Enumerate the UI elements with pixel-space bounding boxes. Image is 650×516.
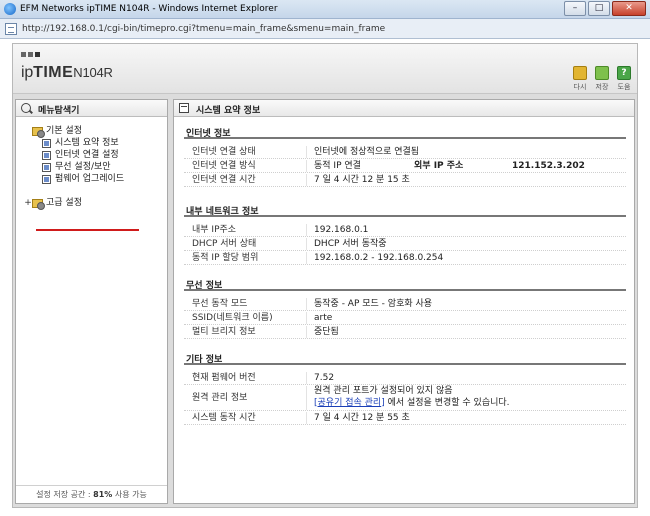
tree-label: 고급 설정 (46, 198, 82, 208)
remote-access-management-link[interactable]: 공유기 접속 관리 (318, 398, 382, 408)
save-icon (595, 66, 609, 80)
section-title: 인터넷 정보 (184, 126, 626, 139)
tree-label: 펌웨어 업그레이드 (55, 174, 125, 184)
brand-dots-icon (21, 52, 40, 57)
window-controls: – □ ✕ (564, 1, 646, 16)
storage-status: 설정 저장 공간 : 81% 사용 가능 (16, 485, 167, 503)
info-row: DHCP 서버 상태 DHCP 서버 동작중 (184, 237, 626, 251)
window-titlebar: EFM Networks ipTIME N104R - Windows Inte… (0, 0, 650, 19)
info-row: 무선 동작 모드 동작중 - AP 모드 - 암호화 사용 (184, 297, 626, 311)
info-row: 내부 IP주소 192.168.0.1 (184, 223, 626, 237)
refresh-label: 다시 (573, 83, 587, 91)
external-ip-label: 외부 IP 주소 (414, 161, 464, 171)
refresh-icon (573, 66, 587, 80)
info-row: 멀티 브리지 정보 중단됨 (184, 325, 626, 339)
external-ip-value: 121.152.3.202 (512, 161, 585, 171)
system-summary-panel: 시스템 요약 정보 인터넷 정보 인터넷 연결 상태 인터넷에 정상적으로 연결… (173, 99, 635, 504)
document-icon (179, 103, 189, 113)
router-admin-app: ipTIMEN104R 다시 저장 ? 도움 메뉴탐색기 기본 설정 시스템 요… (12, 43, 638, 508)
page-icon (42, 139, 51, 148)
section-title: 내부 네트워크 정보 (184, 204, 626, 217)
window-title: EFM Networks ipTIME N104R - Windows Inte… (20, 4, 278, 14)
system-summary-header: 시스템 요약 정보 (174, 100, 634, 117)
info-row: 인터넷 연결 방식 동적 IP 연결 외부 IP 주소 121.152.3.20… (184, 159, 626, 173)
info-row: SSID(네트워크 이름) arte (184, 311, 626, 325)
tree-item-wireless-security[interactable]: 무선 설정/보안 (24, 161, 164, 173)
internet-explorer-icon (4, 3, 16, 15)
other-info-section: 기타 정보 현재 펌웨어 버전 7.52 원격 관리 정보 원격 관리 포트가 … (184, 352, 626, 425)
menu-explorer-title: 메뉴탐색기 (38, 106, 80, 116)
internet-info-section: 인터넷 정보 인터넷 연결 상태 인터넷에 정상적으로 연결됨 인터넷 연결 방… (184, 126, 626, 187)
tree-label: 기본 설정 (46, 126, 82, 136)
info-row: 시스템 동작 시간 7 일 4 시간 12 분 55 초 (184, 411, 626, 425)
menu-tree: 기본 설정 시스템 요약 정보 인터넷 연결 설정 무선 설정/보안 펌웨어 업… (24, 125, 164, 210)
info-row: 인터넷 연결 상태 인터넷에 정상적으로 연결됨 (184, 145, 626, 159)
magnifier-icon (21, 103, 31, 113)
tree-item-internet-setup[interactable]: 인터넷 연결 설정 (24, 149, 164, 161)
red-underline-annotation (36, 229, 139, 231)
url-text[interactable]: http://192.168.0.1/cgi-bin/timepro.cgi?t… (22, 24, 385, 34)
section-title: 기타 정보 (184, 352, 626, 365)
help-label: 도움 (617, 83, 631, 91)
lan-info-section: 내부 네트워크 정보 내부 IP주소 192.168.0.1 DHCP 서버 상… (184, 204, 626, 265)
system-summary-title: 시스템 요약 정보 (196, 106, 261, 116)
iptime-logo: ipTIMEN104R (21, 64, 113, 81)
page-icon (5, 23, 17, 35)
info-row-remote-management: 원격 관리 정보 원격 관리 포트가 설정되어 있지 않음 [공유기 접속 관리… (184, 385, 626, 411)
maximize-button[interactable]: □ (588, 1, 610, 16)
help-button[interactable]: ? 도움 (613, 66, 635, 92)
tree-item-system-summary[interactable]: 시스템 요약 정보 (24, 137, 164, 149)
address-bar[interactable]: http://192.168.0.1/cgi-bin/timepro.cgi?t… (0, 19, 650, 39)
section-title: 무선 정보 (184, 278, 626, 291)
menu-explorer-panel: 메뉴탐색기 기본 설정 시스템 요약 정보 인터넷 연결 설정 무선 설정/보안 (15, 99, 168, 504)
page-icon (42, 151, 51, 160)
settings-folder-icon (32, 199, 45, 210)
expand-plus-icon[interactable]: + (24, 197, 32, 209)
close-button[interactable]: ✕ (612, 1, 646, 16)
refresh-button[interactable]: 다시 (569, 66, 591, 92)
info-row: 동적 IP 할당 범위 192.168.0.2 - 192.168.0.254 (184, 251, 626, 265)
save-label: 저장 (595, 83, 609, 91)
wireless-info-section: 무선 정보 무선 동작 모드 동작중 - AP 모드 - 암호화 사용 SSID… (184, 278, 626, 339)
tree-item-firmware-upgrade[interactable]: 펌웨어 업그레이드 (24, 173, 164, 185)
tree-label: 시스템 요약 정보 (55, 138, 119, 148)
minimize-button[interactable]: – (564, 1, 586, 16)
help-icon: ? (617, 66, 631, 80)
info-row: 현재 펌웨어 버전 7.52 (184, 371, 626, 385)
save-button[interactable]: 저장 (591, 66, 613, 92)
info-row: 인터넷 연결 시간 7 일 4 시간 12 분 15 초 (184, 173, 626, 187)
tree-label: 인터넷 연결 설정 (55, 150, 119, 160)
page-icon (42, 175, 51, 184)
tree-node-basic-settings[interactable]: 기본 설정 (24, 125, 164, 138)
settings-folder-icon (32, 127, 45, 138)
tree-label: 무선 설정/보안 (55, 162, 111, 172)
menu-explorer-header: 메뉴탐색기 (16, 100, 167, 117)
tree-node-advanced-settings[interactable]: + 고급 설정 (24, 197, 164, 210)
wireless-icon (42, 163, 51, 172)
app-header: ipTIMEN104R 다시 저장 ? 도움 (13, 44, 637, 94)
